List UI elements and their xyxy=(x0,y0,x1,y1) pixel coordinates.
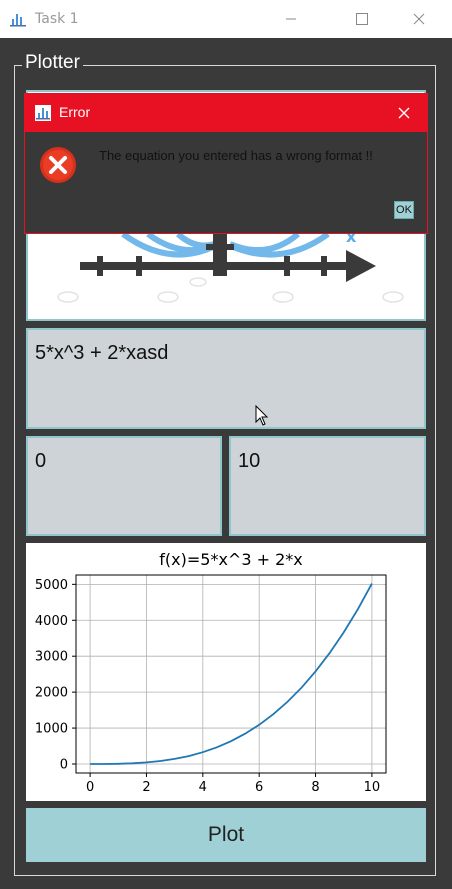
mouse-cursor-icon xyxy=(255,405,269,426)
matplotlib-logo-icon xyxy=(35,105,51,121)
maximize-icon xyxy=(356,13,368,25)
x-tick-label: 4 xyxy=(199,780,207,795)
error-dialog: Error The equation you entered has a wro… xyxy=(24,93,428,234)
dialog-title: Error xyxy=(59,104,91,120)
close-icon xyxy=(413,13,425,25)
max-x-input[interactable]: 10 xyxy=(229,436,426,536)
error-icon xyxy=(40,147,76,183)
x-tick-label: 2 xyxy=(142,780,150,795)
matplotlib-logo-icon xyxy=(10,14,26,27)
chart-title: f(x)=5*x^3 + 2*x xyxy=(159,550,302,569)
dialog-close-button[interactable] xyxy=(381,94,427,132)
y-tick-label: 3000 xyxy=(35,650,68,665)
close-button[interactable] xyxy=(396,0,442,38)
maximize-button[interactable] xyxy=(339,0,385,38)
min-x-input[interactable]: 0 xyxy=(26,436,222,536)
plot-canvas: f(x)=5*x^3 + 2*x 0 2 4 6 8 10 0 1000 2000 3000 400… xyxy=(26,543,426,801)
close-icon xyxy=(398,107,410,119)
minimize-icon xyxy=(286,18,296,20)
y-tick-label: 4000 xyxy=(35,614,68,629)
y-tick-label: 1000 xyxy=(35,722,68,737)
y-tick-label: 2000 xyxy=(35,686,68,701)
y-tick-label: 5000 xyxy=(35,578,68,593)
dialog-message: The equation you entered has a wrong for… xyxy=(99,148,373,163)
line-chart: f(x)=5*x^3 + 2*x 0 2 4 6 8 10 0 1000 2000 3000 400… xyxy=(35,550,387,795)
dialog-titlebar: Error xyxy=(25,94,427,132)
plot-button[interactable]: Plot xyxy=(26,808,426,862)
groupbox-title: Plotter xyxy=(22,52,83,74)
window-titlebar: Task 1 xyxy=(0,0,452,38)
plot-frame xyxy=(75,574,387,774)
y-tick-label: 0 xyxy=(60,758,68,773)
window-title: Task 1 xyxy=(35,11,79,27)
equation-input[interactable]: 5*x^3 + 2*xasd xyxy=(26,328,426,429)
x-tick-label: 0 xyxy=(86,780,94,795)
x-tick-label: 6 xyxy=(255,780,263,795)
x-tick-label: 8 xyxy=(311,780,319,795)
series-line xyxy=(90,583,373,765)
minimize-button[interactable] xyxy=(268,0,314,38)
x-tick-label: 10 xyxy=(364,780,381,795)
ok-button[interactable]: OK xyxy=(394,201,414,219)
